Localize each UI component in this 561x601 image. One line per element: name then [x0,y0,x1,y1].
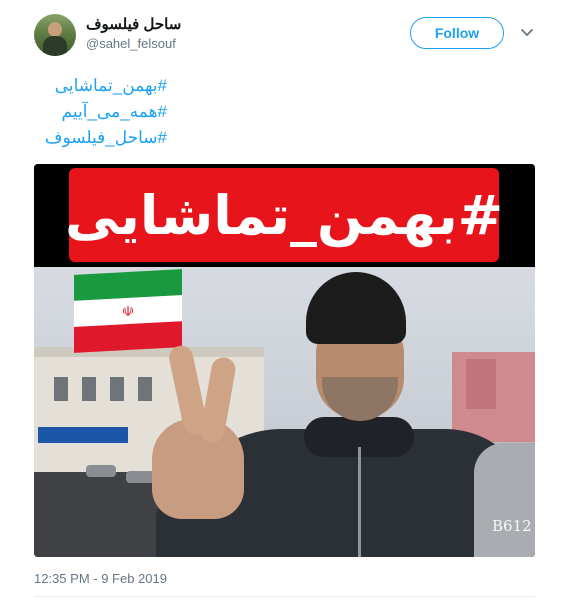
jacket-zipper [358,447,361,557]
avatar[interactable] [34,14,76,56]
tweet-header: ساحل فیلسوف @sahel_felsouf Follow [0,0,561,66]
hashtag-link[interactable]: #ساحل_فیلسوف [27,125,167,151]
user-handle[interactable]: @sahel_felsouf [86,36,176,51]
avatar-body [43,36,67,56]
tweet-media-image[interactable]: #بهمن_تماشایی ☫ B612 [34,164,535,557]
building-window [82,377,96,401]
chevron-down-icon[interactable] [519,25,535,41]
bank-sign [38,427,128,443]
hashtag-banner: #بهمن_تماشایی [65,168,503,262]
watermark-text: B612 [492,517,532,535]
selfie-photo: ☫ B612 [34,267,535,557]
hashtag-link[interactable]: #همه_می_آییم [27,99,167,125]
person-hand [152,419,244,519]
building-window [138,377,152,401]
tweet-timestamp[interactable]: 12:35 PM - 9 Feb 2019 [34,571,167,586]
building-tower [466,359,496,409]
flag-emblem-icon: ☫ [121,302,135,320]
divider [34,596,535,597]
follow-button[interactable]: Follow [410,17,504,49]
building-window [54,377,68,401]
car [86,465,116,477]
hashtag-link[interactable]: #بهمن_تماشایی [27,73,167,99]
iran-flag: ☫ [74,269,182,353]
avatar-head [48,22,62,37]
tweet-text: #بهمن_تماشایی #همه_می_آییم #ساحل_فیلسوف [27,73,167,151]
person-beanie [306,272,406,344]
display-name[interactable]: ساحل فیلسوف [86,15,181,33]
jacket-stripe [474,443,535,557]
building-window [110,377,124,401]
person-beard [322,377,398,421]
